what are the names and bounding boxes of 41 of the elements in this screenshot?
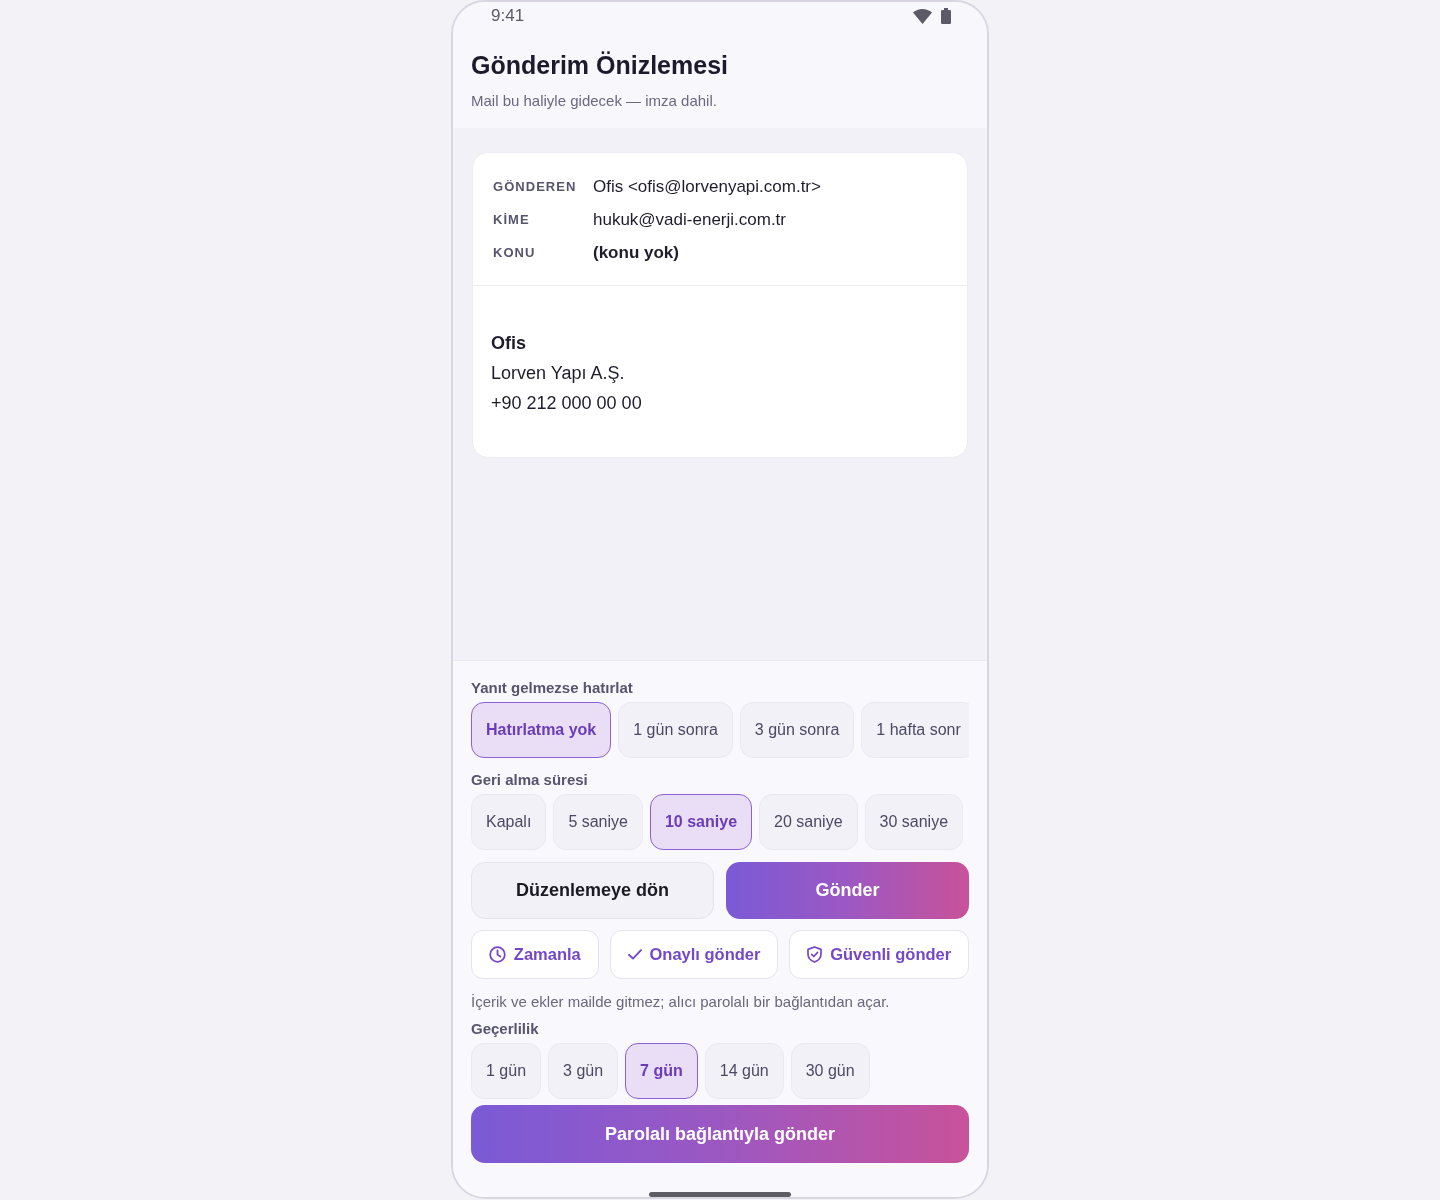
option-chip[interactable]: 20 saniye — [759, 794, 858, 850]
option-chip[interactable]: 5 saniye — [553, 794, 643, 850]
wifi-icon — [913, 8, 932, 24]
signature-name: Ofis — [491, 332, 527, 355]
password-link-send-button[interactable]: Parolalı bağlantıyla gönder — [471, 1105, 969, 1163]
send-button[interactable]: Gönder — [726, 862, 969, 919]
option-chip[interactable]: 14 gün — [704, 1043, 784, 1099]
check-icon — [627, 949, 642, 960]
field-label: KİME — [493, 210, 531, 229]
secure-send-button[interactable]: Güvenli gönder — [789, 930, 969, 979]
section-label: Geçerlilik — [471, 1019, 540, 1039]
field-label: KONU — [493, 243, 537, 262]
section-label: Geri alma süresi — [471, 770, 589, 790]
shield-check-icon — [807, 946, 823, 963]
confirmed-send-button[interactable]: Onaylı gönder — [609, 930, 779, 979]
page-subtitle: Mail bu haliyle gidecek — imza dahil. — [471, 91, 718, 111]
option-chip[interactable]: 3 gün sonra — [739, 702, 855, 758]
battery-icon — [941, 8, 951, 24]
schedule-button[interactable]: Zamanla — [471, 930, 599, 979]
field-value: Ofis <ofis@lorvenyapi.com.tr> — [593, 175, 821, 198]
empty-subject-text: (konu yok) — [593, 241, 679, 264]
back-to-edit-button[interactable]: Düzenlemeye dön — [471, 862, 714, 919]
option-chip[interactable]: 7 gün — [625, 1043, 698, 1099]
option-chip[interactable]: 30 saniye — [864, 794, 964, 850]
signature-line: +90 212 000 00 00 — [491, 392, 643, 415]
option-chip[interactable]: 30 gün — [790, 1043, 870, 1099]
field-value: hukuk@vadi-enerji.com.tr — [593, 208, 786, 231]
page-title: Gönderim Önizlemesi — [471, 50, 729, 80]
status-time: 9:41 — [491, 5, 525, 28]
clock-icon — [488, 946, 506, 963]
field-label: GÖNDEREN — [493, 177, 578, 196]
option-chip[interactable]: 10 saniye — [649, 794, 753, 850]
option-chip[interactable]: 1 gün — [471, 1043, 542, 1099]
section-label: Yanıt gelmezse hatırlat — [471, 678, 634, 698]
option-chip[interactable]: 1 gün sonra — [618, 702, 733, 758]
option-chip[interactable]: Kapalı — [471, 794, 547, 850]
signature-line: Lorven Yapı A.Ş. — [491, 362, 626, 385]
option-chip[interactable]: 3 gün — [548, 1043, 619, 1099]
option-chip[interactable]: Hatırlatma yok — [471, 702, 612, 758]
info-text: İçerik ve ekler mailde gitmez; alıcı parolalı bir bağlantıdan açar. — [471, 992, 891, 1012]
option-chip[interactable]: 1 hafta sonr — [861, 702, 969, 758]
